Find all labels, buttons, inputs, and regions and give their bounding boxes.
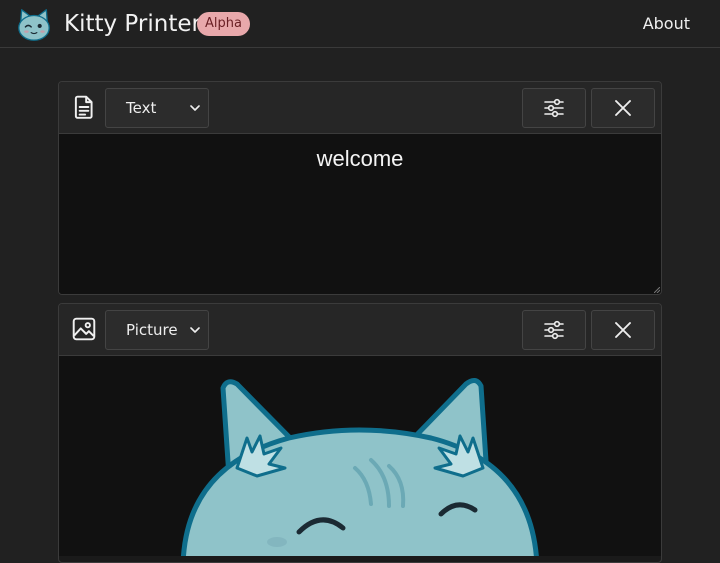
close-button[interactable] — [591, 310, 655, 350]
about-link[interactable]: About — [643, 12, 690, 36]
text-input-area[interactable]: welcome — [59, 134, 661, 294]
kitty-logo-icon[interactable] — [15, 6, 53, 44]
settings-button[interactable] — [522, 310, 586, 350]
close-icon — [615, 322, 631, 338]
close-button[interactable] — [591, 88, 655, 128]
chevron-down-icon — [190, 105, 200, 111]
type-select-value: Text — [126, 99, 157, 117]
type-select-value: Picture — [126, 321, 178, 339]
sliders-icon — [544, 320, 564, 340]
text-content[interactable]: welcome — [59, 146, 661, 172]
top-navbar: Kitty Printer Alpha About — [0, 0, 720, 48]
picture-card: Picture — [58, 303, 662, 563]
chevron-down-icon — [190, 327, 200, 333]
sliders-icon — [544, 98, 564, 118]
text-card-header: Text — [59, 82, 661, 134]
alpha-badge: Alpha — [197, 12, 250, 36]
text-card: Text welcome — [58, 81, 662, 295]
settings-button[interactable] — [522, 88, 586, 128]
picture-card-header: Picture — [59, 304, 661, 356]
close-icon — [615, 100, 631, 116]
image-icon — [72, 317, 96, 341]
type-select[interactable]: Picture — [105, 310, 209, 350]
cat-illustration-icon — [181, 378, 539, 556]
document-icon — [74, 95, 93, 119]
type-select[interactable]: Text — [105, 88, 209, 128]
resize-handle-icon[interactable] — [654, 287, 660, 293]
app-title[interactable]: Kitty Printer — [64, 9, 201, 39]
picture-preview — [59, 356, 661, 556]
